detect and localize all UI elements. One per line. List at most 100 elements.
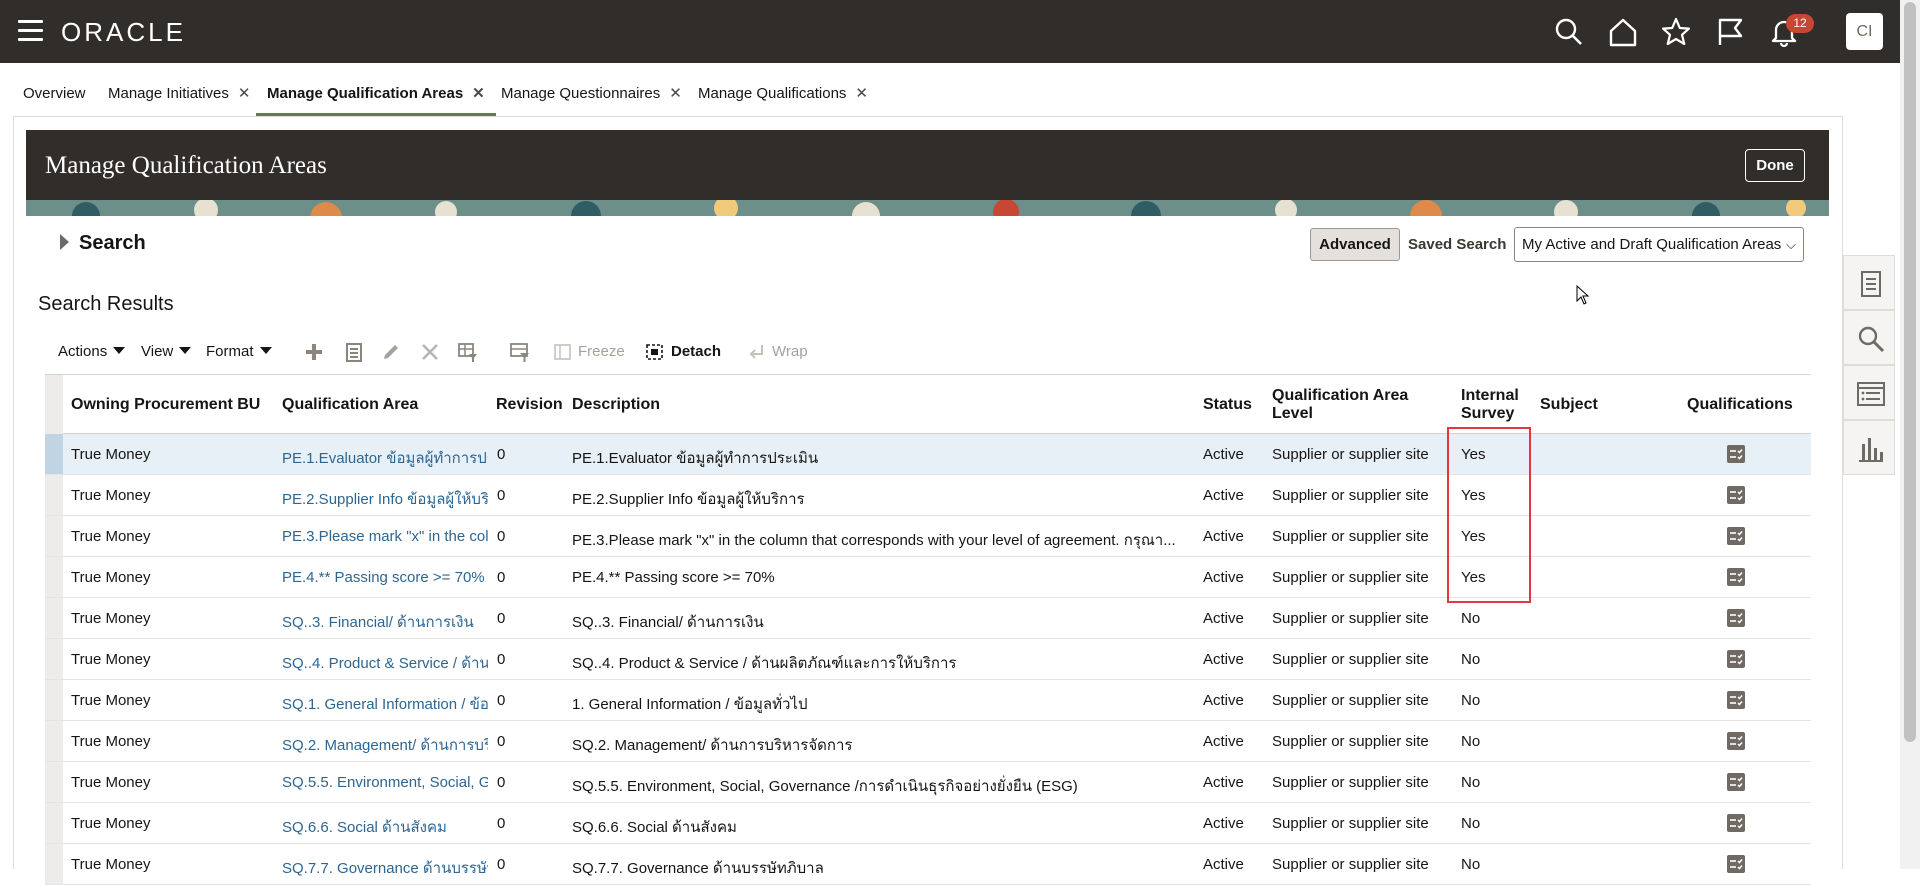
table-header: Owning Procurement BU Qualification Area…: [45, 374, 1811, 435]
saved-search-select[interactable]: My Active and Draft Qualification Areas ⌵: [1514, 227, 1804, 262]
format-menu[interactable]: Format: [206, 340, 272, 364]
cell-area[interactable]: SQ.2. Management/ ด้านการบริหารจัดการ: [282, 733, 488, 757]
row-selector[interactable]: [45, 680, 63, 720]
flag-icon[interactable]: [1714, 16, 1746, 48]
cell-level: Supplier or supplier site: [1272, 610, 1429, 627]
table-row[interactable]: True Money SQ.1. General Information / ข้…: [45, 680, 1811, 721]
scrollbar-thumb[interactable]: [1904, 2, 1916, 742]
column-header-description[interactable]: Description: [572, 396, 660, 414]
notification-badge: 12: [1786, 14, 1814, 33]
column-header-internal-survey[interactable]: Internal Survey: [1461, 387, 1531, 423]
duplicate-icon[interactable]: [343, 341, 365, 363]
cell-internal: No: [1461, 610, 1481, 627]
advanced-search-button[interactable]: Advanced: [1310, 228, 1400, 261]
cell-bu: True Money: [71, 446, 151, 463]
tab-label: Manage Questionnaires: [501, 85, 661, 102]
tab-manage-qualification-areas[interactable]: Manage Qualification Areas ✕: [256, 72, 496, 116]
cell-area[interactable]: PE.2.Supplier Info ข้อมูลผู้ให้บริการ: [282, 487, 488, 511]
actions-menu[interactable]: Actions: [58, 340, 126, 364]
qualifications-icon[interactable]: [1727, 732, 1745, 750]
table-row[interactable]: True Money PE.2.Supplier Info ข้อมูลผู้ให…: [45, 475, 1811, 516]
oracle-logo[interactable]: ORACLE: [61, 17, 186, 48]
close-tab-icon[interactable]: ✕: [669, 85, 682, 102]
rail-analytics-button[interactable]: [1843, 420, 1895, 475]
qualifications-icon[interactable]: [1727, 445, 1745, 463]
table-row[interactable]: True Money PE.1.Evaluator ข้อมูลผู้ทำการป…: [45, 434, 1811, 475]
row-selector[interactable]: [45, 762, 63, 802]
add-icon[interactable]: [303, 341, 325, 363]
column-header-qualifications[interactable]: Qualifications: [1687, 396, 1793, 414]
table-row[interactable]: True Money SQ.2. Management/ ด้านการบริหา…: [45, 721, 1811, 762]
row-selector[interactable]: [45, 557, 63, 597]
column-header-subject[interactable]: Subject: [1540, 396, 1598, 414]
close-tab-icon[interactable]: ✕: [855, 85, 868, 102]
search-icon[interactable]: [1553, 16, 1585, 48]
menu-icon[interactable]: [18, 20, 43, 42]
row-selector[interactable]: [45, 803, 63, 843]
close-tab-icon[interactable]: ✕: [472, 85, 485, 102]
rail-document-button[interactable]: [1843, 255, 1895, 310]
close-tab-icon[interactable]: ✕: [238, 85, 251, 102]
wrap-button[interactable]: Wrap: [772, 340, 808, 364]
cell-area[interactable]: PE.4.** Passing score >= 70%: [282, 569, 488, 586]
table-row[interactable]: True Money SQ..3. Financial/ ด้านการเงิน 0…: [45, 598, 1811, 639]
done-button[interactable]: Done: [1745, 149, 1805, 182]
user-avatar[interactable]: CI: [1846, 13, 1883, 50]
qualifications-icon[interactable]: [1727, 568, 1745, 586]
row-selector[interactable]: [45, 475, 63, 515]
row-selector[interactable]: [45, 844, 63, 884]
page-scrollbar[interactable]: [1900, 0, 1920, 869]
query-by-example-icon[interactable]: [457, 341, 479, 363]
qualifications-icon[interactable]: [1727, 691, 1745, 709]
column-header-bu[interactable]: Owning Procurement BU: [71, 396, 260, 414]
cell-area[interactable]: SQ.5.5. Environment, Social, Governance: [282, 774, 488, 791]
detach-button[interactable]: Detach: [671, 340, 721, 364]
table-row[interactable]: True Money PE.4.** Passing score >= 70% 0 P…: [45, 557, 1811, 598]
rail-list-button[interactable]: [1843, 365, 1895, 420]
qualifications-icon[interactable]: [1727, 486, 1745, 504]
cell-area[interactable]: SQ.1. General Information / ข้อมูลทั่วไป: [282, 692, 488, 716]
qualifications-icon[interactable]: [1727, 650, 1745, 668]
tab-manage-questionnaires[interactable]: Manage Questionnaires ✕: [501, 72, 682, 116]
table-row[interactable]: True Money SQ..4. Product & Service / ด้า…: [45, 639, 1811, 680]
column-header-revision[interactable]: Revision: [496, 396, 563, 414]
row-selector[interactable]: [45, 516, 63, 556]
row-selector[interactable]: [45, 721, 63, 761]
cell-area[interactable]: SQ..4. Product & Service / ด้านผลิตภัณฑ์: [282, 651, 488, 675]
column-header-qualification-area[interactable]: Qualification Area: [282, 396, 418, 414]
cell-description: 1. General Information / ข้อมูลทั่วไป: [572, 696, 808, 713]
view-menu[interactable]: View: [141, 340, 192, 364]
column-header-level[interactable]: Qualification Area Level: [1272, 387, 1432, 423]
cell-area[interactable]: SQ.7.7. Governance ด้านบรรษัทภิบาล: [282, 856, 488, 880]
filter-table-icon[interactable]: [509, 341, 531, 363]
tab-manage-qualifications[interactable]: Manage Qualifications ✕: [698, 72, 868, 116]
cell-revision: 0: [497, 569, 506, 586]
column-header-status[interactable]: Status: [1203, 396, 1252, 414]
qualifications-icon[interactable]: [1727, 527, 1745, 545]
row-selector[interactable]: [45, 639, 63, 679]
cell-area[interactable]: PE.3.Please mark "x" in the column: [282, 528, 488, 545]
cell-area[interactable]: SQ..3. Financial/ ด้านการเงิน: [282, 610, 488, 634]
qualifications-icon[interactable]: [1727, 609, 1745, 627]
qualifications-icon[interactable]: [1727, 773, 1745, 791]
home-icon[interactable]: [1607, 16, 1639, 48]
qualifications-icon[interactable]: [1727, 814, 1745, 832]
row-selector[interactable]: [45, 598, 63, 638]
favorites-star-icon[interactable]: [1660, 16, 1692, 48]
freeze-button[interactable]: Freeze: [578, 340, 625, 364]
cell-area[interactable]: PE.1.Evaluator ข้อมูลผู้ทำการประเมิน: [282, 446, 488, 470]
table-row[interactable]: True Money SQ.5.5. Environment, Social, G…: [45, 762, 1811, 803]
cell-area[interactable]: SQ.6.6. Social ด้านสังคม: [282, 815, 488, 839]
tab-overview[interactable]: Overview: [23, 72, 86, 116]
search-section-toggle[interactable]: Search: [60, 232, 146, 255]
delete-x-icon[interactable]: [419, 341, 441, 363]
qualifications-icon[interactable]: [1727, 855, 1745, 873]
table-row[interactable]: True Money SQ.7.7. Governance ด้านบรรษัทภ…: [45, 844, 1811, 885]
tab-manage-initiatives[interactable]: Manage Initiatives ✕: [108, 72, 250, 116]
cell-description: SQ.5.5. Environment, Social, Governance …: [572, 778, 1078, 795]
edit-pencil-icon[interactable]: [380, 341, 402, 363]
row-selector[interactable]: [45, 434, 63, 474]
table-row[interactable]: True Money PE.3.Please mark "x" in the co…: [45, 516, 1811, 557]
table-row[interactable]: True Money SQ.6.6. Social ด้านสังคม 0 SQ.6.…: [45, 803, 1811, 844]
rail-search-button[interactable]: [1843, 310, 1895, 365]
